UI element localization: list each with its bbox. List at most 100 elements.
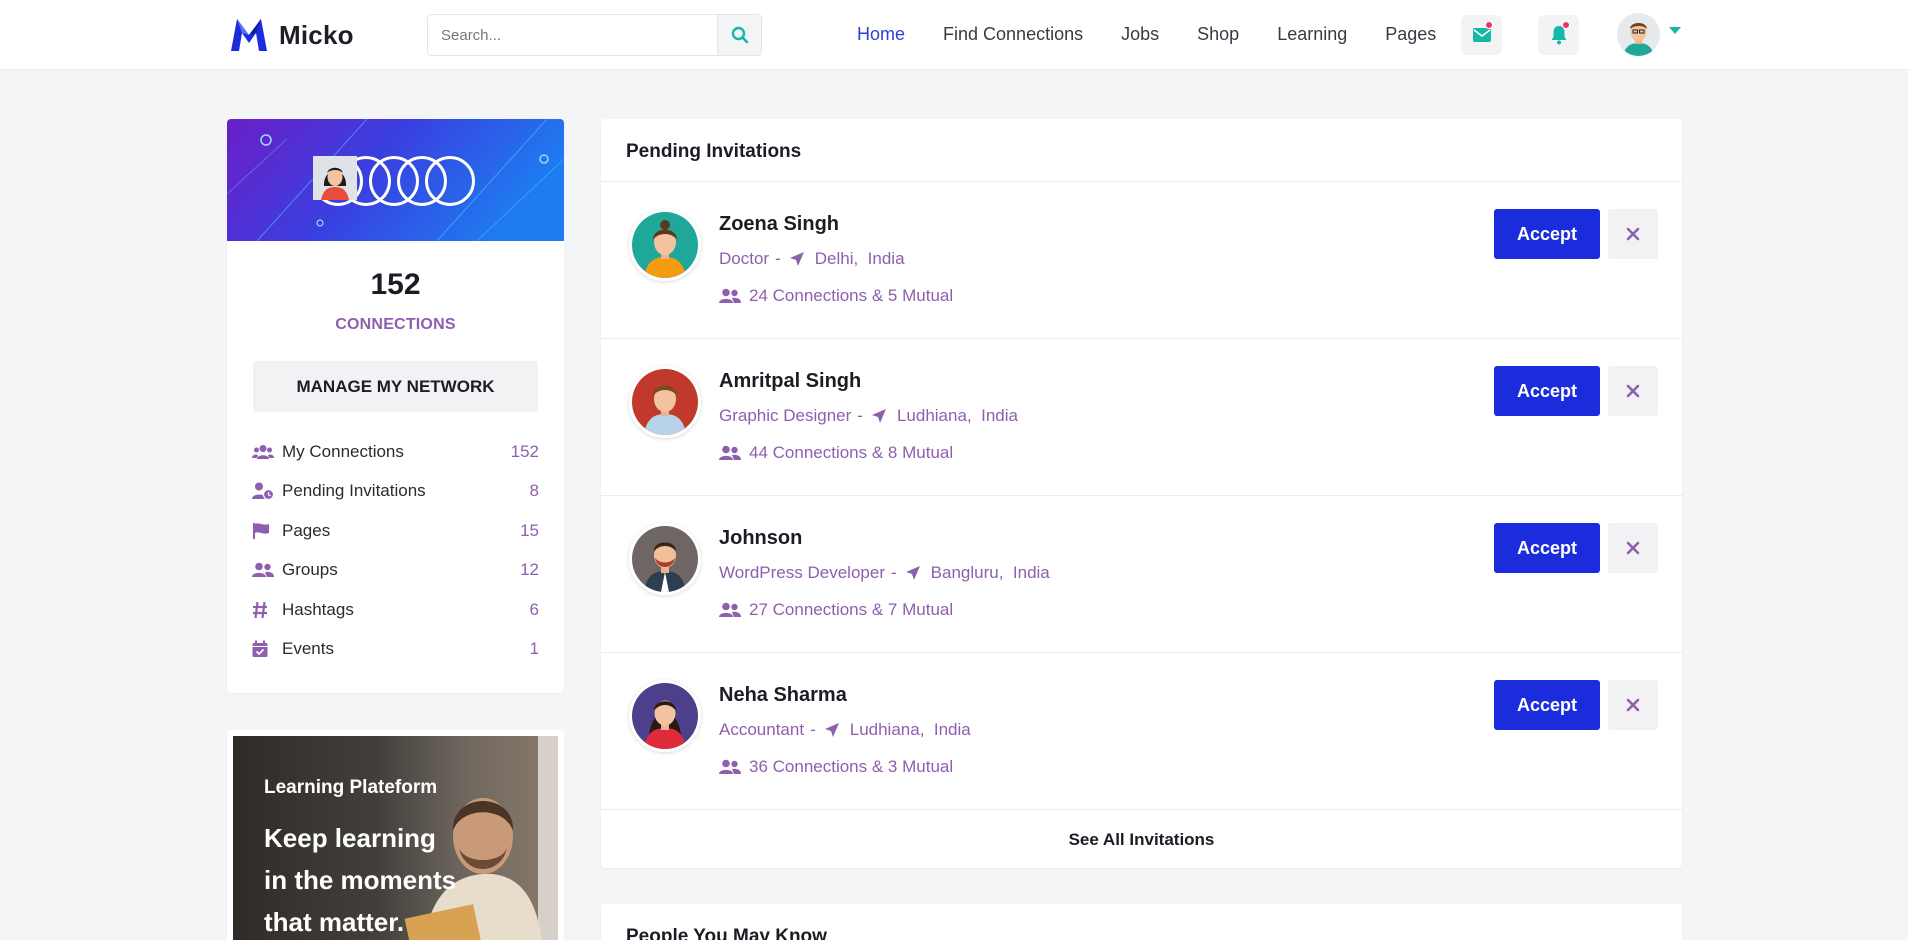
- reject-button[interactable]: [1608, 680, 1658, 730]
- menu-count: 1: [529, 639, 539, 659]
- invitation-name[interactable]: Neha Sharma: [719, 684, 847, 707]
- search-icon: [731, 26, 748, 44]
- promo-subtitle: Learning Plateform: [264, 777, 438, 798]
- nav-pages[interactable]: Pages: [1385, 24, 1436, 45]
- connections-label: CONNECTIONS: [335, 316, 456, 333]
- learning-promo-card[interactable]: Learning Plateform Keep learning in the …: [227, 730, 564, 940]
- chevron-down-icon[interactable]: [1669, 27, 1681, 35]
- accept-button[interactable]: Accept: [1494, 366, 1600, 416]
- nav-learning[interactable]: Learning: [1277, 24, 1347, 45]
- invitation-name[interactable]: Amritpal Singh: [719, 370, 861, 393]
- nav-shop[interactable]: Shop: [1197, 24, 1239, 45]
- invitation-role: Doctor: [719, 249, 770, 268]
- close-icon: [1626, 227, 1640, 241]
- search-box: [427, 14, 762, 56]
- reject-button[interactable]: [1608, 209, 1658, 259]
- invitations-title: Pending Invitations: [601, 119, 1682, 182]
- menu-item-my-connections[interactable]: My Connections 152: [252, 432, 539, 472]
- menu-count: 6: [529, 599, 539, 619]
- messages-badge-dot: [1485, 21, 1493, 29]
- menu-item-hashtags[interactable]: Hashtags 6: [252, 590, 539, 630]
- menu-item-groups[interactable]: Groups 12: [252, 551, 539, 591]
- learning-promo-image: Learning Plateform Keep learning in the …: [233, 736, 558, 940]
- invitation-row: Zoena Singh Doctor - Delhi, India 24 Con…: [601, 182, 1682, 339]
- invitation-meta: WordPress Developer - Bangluru, India: [719, 563, 1050, 583]
- promo-line: Keep learning: [264, 823, 436, 853]
- manage-network-button[interactable]: MANAGE MY NETWORK: [253, 361, 538, 412]
- envelope-icon: [1472, 28, 1491, 42]
- invitation-avatar[interactable]: [629, 523, 701, 595]
- menu-item-events[interactable]: Events 1: [252, 630, 539, 670]
- menu-count: 8: [529, 481, 539, 501]
- invitation-city: Delhi,: [814, 249, 859, 268]
- search-input[interactable]: [428, 15, 717, 55]
- group-icon: [719, 602, 741, 618]
- notifications-badge-dot: [1562, 21, 1570, 29]
- promo-line: that matter.: [264, 907, 405, 937]
- invitation-city: Ludhiana,: [849, 720, 925, 739]
- invitation-name[interactable]: Johnson: [719, 527, 802, 550]
- invitation-meta: Accountant - Ludhiana, India: [719, 720, 971, 740]
- messages-button[interactable]: [1461, 15, 1502, 55]
- invitation-role: Accountant: [719, 720, 805, 739]
- notifications-button[interactable]: [1538, 15, 1579, 55]
- group-icon: [252, 562, 274, 578]
- search-button[interactable]: [717, 15, 761, 55]
- invitation-avatar[interactable]: [629, 209, 701, 281]
- invitation-country: India: [933, 720, 971, 739]
- network-summary-card: 152 CONNECTIONS MANAGE MY NETWORK My Con…: [227, 119, 564, 693]
- accept-button[interactable]: Accept: [1494, 680, 1600, 730]
- location-arrow-icon: [905, 565, 921, 581]
- accept-button[interactable]: Accept: [1494, 523, 1600, 573]
- invitation-name[interactable]: Zoena Singh: [719, 213, 839, 236]
- invitation-city: Ludhiana,: [896, 406, 972, 425]
- network-menu: My Connections 152 Pending Invitations 8…: [227, 432, 564, 669]
- people-title: People You May Know: [626, 926, 827, 940]
- promo-line: in the moments: [264, 865, 457, 895]
- nav-find-connections[interactable]: Find Connections: [943, 24, 1083, 45]
- main-nav: Home Find Connections Jobs Shop Learning…: [838, 0, 1455, 68]
- invitation-meta: Graphic Designer - Ludhiana, India: [719, 406, 1018, 426]
- see-all-invitations-link[interactable]: See All Invitations: [601, 810, 1682, 869]
- close-icon: [1626, 541, 1640, 555]
- reject-button[interactable]: [1608, 366, 1658, 416]
- people-you-may-know-card: People You May Know: [601, 904, 1682, 940]
- micko-logo-icon: [231, 19, 267, 51]
- group-icon: [719, 759, 741, 775]
- brand-name: Micko: [279, 19, 354, 50]
- invitation-country: India: [1012, 563, 1050, 582]
- menu-label: My Connections: [282, 441, 404, 461]
- menu-count: 152: [510, 441, 539, 461]
- invitation-mutual: 24 Connections & 5 Mutual: [719, 286, 953, 306]
- invitation-city: Bangluru,: [930, 563, 1004, 582]
- flag-icon: [252, 522, 274, 540]
- location-arrow-icon: [789, 251, 805, 267]
- mutual-text: 44 Connections & 8 Mutual: [749, 443, 954, 462]
- invitation-row: Neha Sharma Accountant - Ludhiana, India…: [601, 653, 1682, 810]
- invitation-role: WordPress Developer: [719, 563, 885, 582]
- reject-button[interactable]: [1608, 523, 1658, 573]
- menu-label: Groups: [282, 560, 338, 580]
- connection-avatars: [313, 156, 475, 206]
- close-icon: [1626, 698, 1640, 712]
- top-navbar: Micko Home Find Connections Jobs Shop Le…: [0, 0, 1908, 70]
- menu-label: Pending Invitations: [282, 481, 426, 501]
- menu-item-pending-invitations[interactable]: Pending Invitations 8: [252, 472, 539, 512]
- menu-item-pages[interactable]: Pages 15: [252, 511, 539, 551]
- invitation-avatar[interactable]: [629, 366, 701, 438]
- user-avatar-image: [1617, 13, 1660, 56]
- separator: -: [810, 720, 816, 739]
- nav-home[interactable]: Home: [857, 24, 905, 45]
- accept-button[interactable]: Accept: [1494, 209, 1600, 259]
- group-icon: [719, 445, 741, 461]
- nav-jobs[interactable]: Jobs: [1121, 24, 1159, 45]
- brand-logo[interactable]: Micko: [227, 13, 354, 57]
- invitation-mutual: 27 Connections & 7 Mutual: [719, 600, 953, 620]
- invitation-country: India: [867, 249, 905, 268]
- separator: -: [890, 563, 897, 582]
- close-icon: [1626, 384, 1640, 398]
- user-avatar[interactable]: [1617, 13, 1660, 56]
- invitation-avatar[interactable]: [629, 680, 701, 752]
- group-icon: [719, 288, 741, 304]
- calendar-check-icon: [252, 640, 274, 658]
